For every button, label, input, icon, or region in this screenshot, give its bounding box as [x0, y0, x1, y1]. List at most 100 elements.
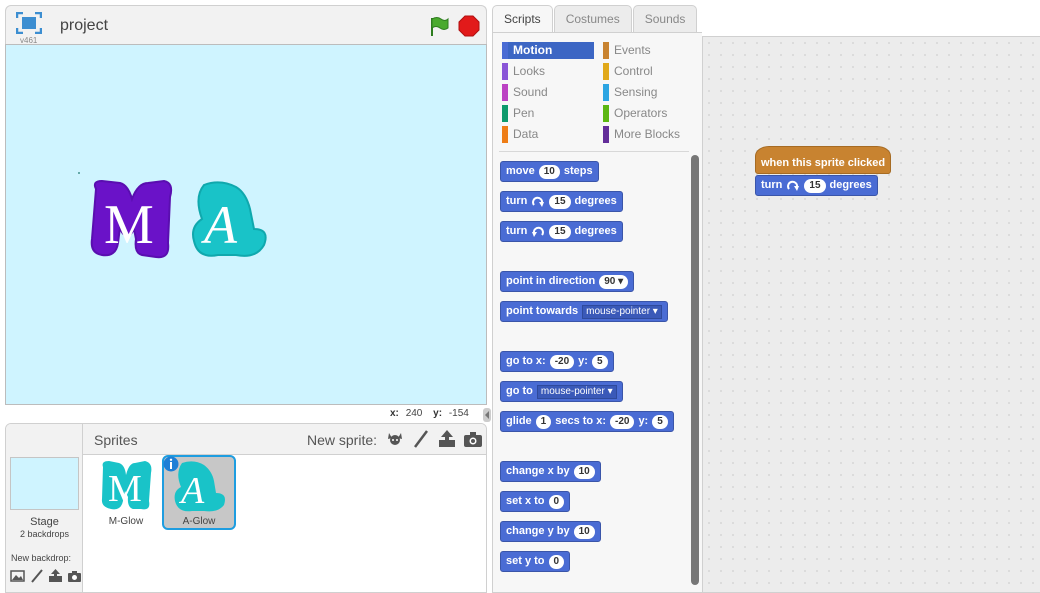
block-go-to[interactable]: go to mouse-pointer ▾ [500, 381, 623, 402]
category-control[interactable]: Control [603, 63, 695, 80]
category-events[interactable]: Events [603, 42, 695, 59]
category-operators[interactable]: Operators [603, 105, 695, 122]
script-rotate-right-icon [787, 180, 800, 191]
block-turn-cw[interactable]: turn 15 degrees [500, 191, 623, 212]
block-point-dir-input[interactable]: 90 ▾ [599, 274, 629, 289]
block-point-towards-dropdown[interactable]: mouse-pointer ▾ [582, 304, 662, 319]
category-sensing[interactable]: Sensing [603, 84, 695, 101]
block-glide-x-label: secs to x: [555, 415, 606, 427]
block-set-y-label: set y to [506, 555, 545, 567]
block-change-x-label: change x by [506, 465, 570, 477]
palette-scrollbar[interactable] [691, 155, 699, 585]
category-pen[interactable]: Pen [502, 105, 594, 122]
block-point-towards[interactable]: point towards mouse-pointer ▾ [500, 301, 668, 322]
fullscreen-icon[interactable] [16, 12, 42, 34]
paint-sprite-icon[interactable] [411, 429, 431, 449]
block-turn-ccw-input[interactable]: 15 [549, 224, 571, 239]
mouse-y-label: y: [433, 408, 443, 419]
category-sound[interactable]: Sound [502, 84, 594, 101]
backdrop-tools [10, 569, 82, 583]
rotate-right-icon [532, 196, 545, 207]
category-data[interactable]: Data [502, 126, 594, 143]
block-point-towards-value: mouse-pointer [586, 305, 651, 317]
stage-column: Stage 2 backdrops New backdrop: [6, 424, 83, 592]
block-goto-y-label: y: [578, 355, 588, 367]
stop-icon[interactable] [458, 15, 480, 37]
category-more-blocks[interactable]: More Blocks [603, 126, 695, 143]
sprite-m-thumbnail: M [101, 461, 152, 510]
tab-sounds[interactable]: Sounds [632, 5, 698, 32]
mouse-y-value: -154 [448, 408, 469, 419]
script-turn-input[interactable]: 15 [804, 178, 826, 193]
block-point-in-direction[interactable]: point in direction 90 ▾ [500, 271, 635, 292]
block-move[interactable]: move 10 steps [500, 161, 599, 182]
block-set-x-input[interactable]: 0 [548, 494, 565, 509]
block-glide[interactable]: glide 1 secs to x: -20 y: 5 [500, 411, 674, 432]
block-turn-ccw[interactable]: turn 15 degrees [500, 221, 623, 242]
block-turn-cw-input[interactable]: 15 [549, 194, 571, 209]
stage-dot [78, 172, 80, 174]
script-turn-suffix: degrees [829, 179, 872, 191]
category-motion[interactable]: Motion [502, 42, 594, 59]
sprite-a-thumbnail: A [174, 461, 225, 512]
stage-thumbnail[interactable] [10, 457, 79, 510]
sprite-tile-a-glow[interactable]: A A-Glow [162, 455, 236, 530]
sprite-library-icon[interactable] [385, 429, 405, 449]
block-glide-x-input[interactable]: -20 [609, 414, 635, 429]
sprite-pane: Stage 2 backdrops New backdrop: Sprites … [5, 423, 487, 593]
camera-backdrop-icon[interactable] [67, 569, 82, 583]
block-turn-ccw-label: turn [506, 225, 528, 237]
collapse-stage-icon[interactable] [483, 408, 491, 422]
block-move-input[interactable]: 10 [538, 164, 560, 179]
block-point-dir-label: point in direction [506, 275, 596, 287]
block-goto-dropdown[interactable]: mouse-pointer ▾ [536, 384, 617, 399]
block-glide-secs-input[interactable]: 1 [535, 414, 552, 429]
sprite-tile-m-glow[interactable]: M M-Glow [89, 457, 163, 529]
backdrop-count: 2 backdrops [19, 529, 70, 539]
block-goto-x-input[interactable]: -20 [549, 354, 575, 369]
block-set-x-label: set x to [506, 495, 545, 507]
block-turn-cw-suffix: degrees [574, 195, 617, 207]
tab-scripts[interactable]: Scripts [492, 5, 553, 33]
editor-tabs: Scripts Costumes Sounds [492, 5, 698, 33]
block-set-y[interactable]: set y to 0 [500, 551, 571, 572]
script-hat-when-clicked[interactable]: when this sprite clicked [755, 146, 892, 174]
block-move-label: move [506, 165, 535, 177]
upload-backdrop-icon[interactable] [48, 569, 63, 583]
sprite-a-glow-on-stage[interactable]: A [190, 179, 270, 259]
block-glide-y-label: y: [638, 415, 649, 427]
block-change-y[interactable]: change y by 10 [500, 521, 601, 542]
green-flag-icon[interactable] [428, 15, 450, 37]
paint-backdrop-icon[interactable] [29, 569, 44, 583]
mouse-x-value: 240 [405, 408, 423, 419]
block-set-x[interactable]: set x to 0 [500, 491, 571, 512]
upload-sprite-icon[interactable] [437, 429, 457, 449]
block-set-y-input[interactable]: 0 [548, 554, 565, 569]
stage-header: v461 project [5, 5, 487, 45]
new-backdrop-label: New backdrop: [11, 553, 72, 563]
category-looks[interactable]: Looks [502, 63, 594, 80]
camera-sprite-icon[interactable] [463, 429, 483, 449]
tab-costumes[interactable]: Costumes [553, 5, 632, 32]
block-glide-y-input[interactable]: 5 [652, 414, 668, 429]
block-go-to-xy[interactable]: go to x: -20 y: 5 [500, 351, 614, 372]
backdrop-library-icon[interactable] [10, 569, 25, 583]
script-turn-block[interactable]: turn 15 degrees [755, 175, 878, 196]
stage-canvas[interactable]: M A [5, 44, 487, 405]
block-goto-xy-label: go to x: [506, 355, 546, 367]
block-change-y-input[interactable]: 10 [573, 524, 595, 539]
svg-text:A: A [178, 470, 205, 512]
block-turn-cw-label: turn [506, 195, 528, 207]
sprite-m-glow-on-stage[interactable]: M [86, 177, 176, 263]
block-change-x-input[interactable]: 10 [573, 464, 595, 479]
rotate-left-icon [532, 226, 545, 237]
block-change-x[interactable]: change x by 10 [500, 461, 601, 482]
scripts-area[interactable]: when this sprite clicked turn 15 degrees [702, 36, 1040, 593]
block-point-dir-value: 90 [604, 275, 616, 287]
sprite-name-m-glow: M-Glow [108, 516, 144, 527]
block-goto-y-input[interactable]: 5 [591, 354, 608, 369]
project-title[interactable]: project [60, 17, 108, 35]
new-sprite-label: New sprite: [307, 432, 378, 448]
stage-label: Stage [30, 516, 59, 528]
sprites-header: Sprites New sprite: [83, 424, 486, 455]
